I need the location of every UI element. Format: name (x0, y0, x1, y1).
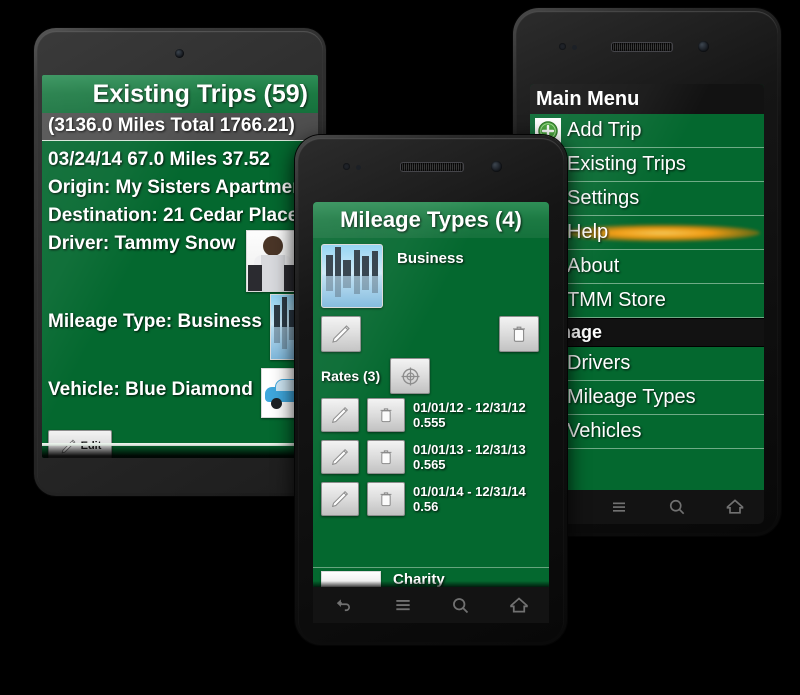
edit-rate-button[interactable] (321, 398, 359, 432)
tablet-page-title: Existing Trips (59) (42, 75, 318, 113)
mileage-type-name: Business (397, 250, 464, 267)
delete-rate-button[interactable] (367, 482, 405, 516)
trash-icon (513, 326, 525, 342)
light-sensor-icon (356, 165, 361, 170)
earpiece-speaker-icon (400, 162, 464, 172)
rate-text: 01/01/12 - 12/31/12 0.555 (413, 400, 526, 430)
screenshot-canvas: Existing Trips (59) (3136.0 Miles Total … (0, 0, 800, 695)
pencil-icon (331, 490, 349, 508)
rate-period: 01/01/13 - 12/31/13 (413, 442, 526, 457)
proximity-sensor-icon (343, 163, 350, 170)
front-camera-icon (698, 41, 709, 52)
tablet-camera-icon (175, 49, 184, 58)
trip-mileage-type: Mileage Type: Business (48, 311, 262, 332)
pencil-icon (331, 448, 349, 466)
earpiece-speaker-icon (611, 42, 673, 52)
menu-item-label: Existing Trips (567, 153, 686, 175)
rate-amount: 0.565 (413, 457, 446, 472)
pencil-icon (331, 406, 349, 424)
edit-mileage-type-button[interactable] (321, 316, 361, 352)
android-tablet: Existing Trips (59) (3136.0 Miles Total … (34, 28, 326, 496)
center-phone-page-title: Mileage Types (4) (313, 202, 549, 238)
menu-item-label: TMM Store (567, 289, 666, 311)
driver-photo-thumbnail (245, 230, 300, 292)
pencil-icon (332, 325, 350, 343)
search-icon[interactable] (450, 595, 471, 616)
menu-item-label: Mileage Types (567, 386, 696, 408)
add-target-icon (401, 366, 420, 386)
trip-vehicle: Vehicle: Blue Diamond (48, 379, 253, 400)
rate-row[interactable]: 01/01/14 - 12/31/14 0.56 (321, 482, 541, 516)
menu-icon[interactable] (608, 498, 630, 516)
center-phone-page-title-text: Mileage Types (4) (340, 207, 522, 232)
trip-origin: Origin: My Sisters Apartment (48, 177, 311, 198)
menu-item-label: Settings (567, 187, 640, 209)
home-icon[interactable] (507, 595, 531, 616)
right-phone-page-title: Main Menu (530, 84, 764, 114)
rate-amount: 0.56 (413, 499, 439, 514)
center-phone-softkeys[interactable] (313, 587, 549, 623)
right-phone-page-title-text: Main Menu (536, 87, 640, 110)
rate-row[interactable]: 01/01/12 - 12/31/12 0.555 (321, 398, 541, 432)
rates-label: Rates (3) (321, 368, 381, 384)
trip-destination: Destination: 21 Cedar Place (48, 205, 299, 226)
rates-list: 01/01/12 - 12/31/12 0.555 01/01/13 - 12/31… (321, 398, 541, 516)
mileage-type-item[interactable]: Business Rates (3) 01/01/12 - 12/31/12 0… (313, 238, 549, 516)
delete-mileage-type-button[interactable] (499, 316, 539, 352)
trash-icon (380, 450, 392, 465)
center-phone-screen: Mileage Types (4) Business Rates (3) 01/… (313, 202, 549, 590)
rate-amount: 0.555 (413, 415, 446, 430)
rate-period: 01/01/14 - 12/31/14 (413, 484, 526, 499)
trash-icon (380, 408, 392, 423)
light-sensor-icon (572, 45, 577, 50)
tablet-screen-bottom-fade (42, 444, 318, 458)
add-rate-button[interactable] (390, 358, 431, 394)
menu-item-label: Drivers (567, 352, 631, 374)
home-icon[interactable] (724, 497, 746, 517)
trash-icon (380, 492, 392, 507)
tablet-app-existing-trips: Existing Trips (59) (3136.0 Miles Total … (42, 75, 318, 458)
menu-icon[interactable] (391, 595, 415, 615)
center-phone-app-mileage-types: Mileage Types (4) Business Rates (3) 01/… (313, 202, 549, 590)
proximity-sensor-icon (559, 43, 566, 50)
delete-rate-button[interactable] (367, 440, 405, 474)
rate-period: 01/01/12 - 12/31/12 (413, 400, 526, 415)
menu-item-label: Help (567, 221, 609, 243)
rate-text: 01/01/14 - 12/31/14 0.56 (413, 484, 526, 514)
tablet-summary-bar: (3136.0 Miles Total 1766.21) (42, 113, 318, 141)
trip-driver: Driver: Tammy Snow (48, 233, 236, 254)
menu-item-label: Vehicles (567, 420, 642, 442)
edit-rate-button[interactable] (321, 440, 359, 474)
android-phone-center: Mileage Types (4) Business Rates (3) 01/… (295, 135, 567, 645)
tablet-trip-row[interactable]: 03/24/14 67.0 Miles 37.52 Origin: My Sis… (42, 141, 318, 458)
tablet-screen: Existing Trips (59) (3136.0 Miles Total … (42, 75, 318, 458)
tablet-summary-text: (3136.0 Miles Total 1766.21) (48, 115, 295, 136)
menu-item-label: Add Trip (567, 119, 642, 141)
menu-item-label: About (567, 255, 620, 277)
search-icon[interactable] (667, 497, 687, 517)
mileage-type-thumbnail (321, 244, 383, 308)
trip-date-miles: 03/24/14 67.0 Miles 37.52 (48, 149, 270, 170)
tablet-page-title-text: Existing Trips (59) (92, 79, 308, 108)
rate-row[interactable]: 01/01/13 - 12/31/13 0.565 (321, 440, 541, 474)
edit-rate-button[interactable] (321, 482, 359, 516)
rate-text: 01/01/13 - 12/31/13 0.565 (413, 442, 526, 472)
front-camera-icon (491, 161, 502, 172)
delete-rate-button[interactable] (367, 398, 405, 432)
back-icon[interactable] (331, 595, 355, 615)
